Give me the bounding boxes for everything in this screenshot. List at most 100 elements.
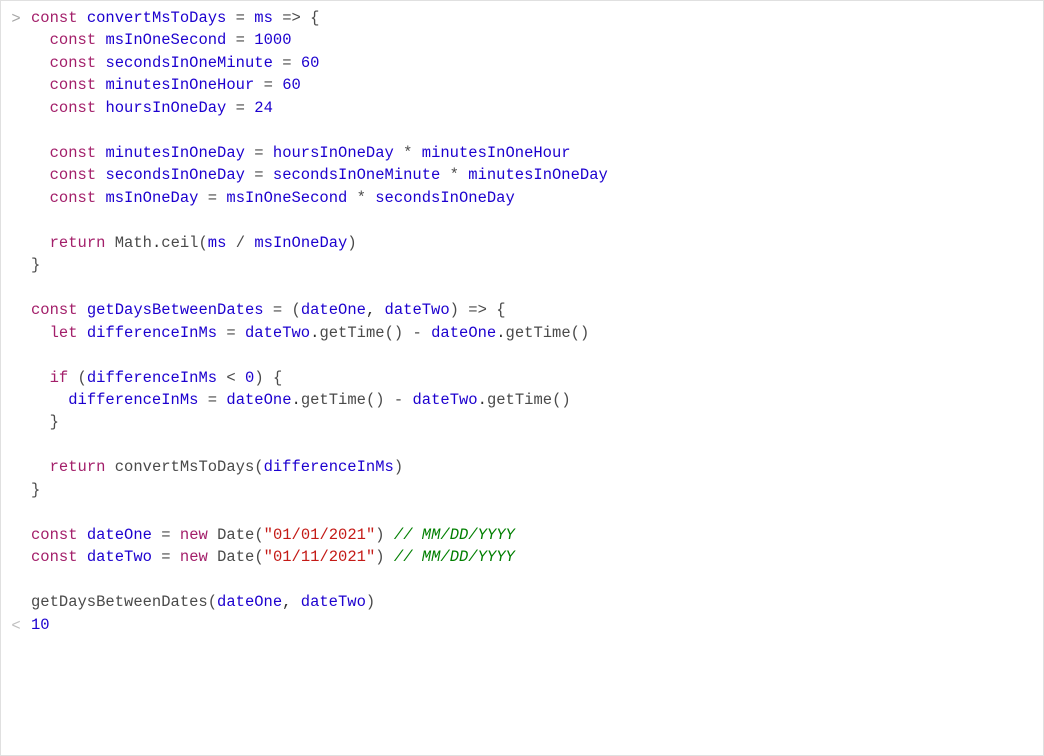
code-token: = (254, 144, 263, 162)
code-token (31, 234, 50, 252)
code-token: 24 (254, 99, 273, 117)
code-token: if (50, 369, 69, 387)
code-token (264, 166, 273, 184)
code-token: msInOneSecond (105, 31, 226, 49)
code-token: const (31, 526, 78, 544)
code-token (78, 526, 87, 544)
code-token: ( (292, 301, 301, 319)
code-token: ms (208, 234, 227, 252)
code-token: ) (450, 301, 459, 319)
code-token (171, 526, 180, 544)
code-token (264, 301, 273, 319)
code-token (31, 144, 50, 162)
code-token (217, 189, 226, 207)
code-token (31, 76, 50, 94)
code-token: = (282, 54, 291, 72)
code-token (422, 324, 431, 342)
code-token (31, 189, 50, 207)
code-token (301, 9, 310, 27)
code-token: return (50, 234, 106, 252)
code-token: 0 (245, 369, 254, 387)
code-token (31, 413, 50, 431)
console-output-row: < 10 (1, 614, 1043, 637)
code-token: () (571, 324, 590, 342)
code-token: "01/01/2021" (264, 526, 376, 544)
code-token: = (236, 9, 245, 27)
console-code-block[interactable]: const convertMsToDays = ms => { const ms… (31, 7, 1043, 614)
code-token: ceil (161, 234, 198, 252)
code-token: ( (78, 369, 87, 387)
code-token: const (31, 9, 78, 27)
code-token (31, 99, 50, 117)
code-token: const (50, 144, 97, 162)
code-token: } (50, 413, 59, 431)
code-token: ( (198, 234, 207, 252)
code-token (236, 324, 245, 342)
code-token (245, 144, 254, 162)
code-token: new (180, 548, 208, 566)
code-token (292, 54, 301, 72)
code-token: const (31, 548, 78, 566)
code-token: { (496, 301, 505, 319)
devtools-console[interactable]: > const convertMsToDays = ms => { const … (1, 1, 1043, 647)
code-token: Date (217, 548, 254, 566)
code-token (152, 526, 161, 544)
code-token: = (161, 526, 170, 544)
code-token: < (226, 369, 235, 387)
code-token (208, 548, 217, 566)
code-token (385, 391, 394, 409)
code-token: getDaysBetweenDates (87, 301, 264, 319)
code-token: hoursInOneDay (105, 99, 226, 117)
console-input-row[interactable]: > const convertMsToDays = ms => { const … (1, 7, 1043, 614)
code-token (366, 189, 375, 207)
code-token: differenceInMs (87, 369, 217, 387)
code-token: = (254, 166, 263, 184)
code-token (459, 166, 468, 184)
code-token (217, 324, 226, 342)
code-token (226, 99, 235, 117)
code-token: / (236, 234, 245, 252)
code-token (31, 54, 50, 72)
code-token: - (412, 324, 421, 342)
code-token: differenceInMs (264, 458, 394, 476)
code-token: . (496, 324, 505, 342)
code-token (208, 526, 217, 544)
code-token: dateTwo (413, 391, 478, 409)
code-token: } (31, 481, 40, 499)
code-token: () (552, 391, 571, 409)
code-token: = (226, 324, 235, 342)
code-token: const (50, 31, 97, 49)
code-token (264, 144, 273, 162)
code-token (31, 324, 50, 342)
code-token: Date (217, 526, 254, 544)
code-token: const (50, 54, 97, 72)
code-token (347, 189, 356, 207)
code-token (152, 548, 161, 566)
code-token (226, 31, 235, 49)
code-token (171, 548, 180, 566)
code-token: msInOneDay (105, 189, 198, 207)
code-token (217, 369, 226, 387)
code-token (273, 54, 282, 72)
code-token (105, 234, 114, 252)
code-token (264, 369, 273, 387)
code-token: ms (254, 9, 273, 27)
code-token (487, 301, 496, 319)
code-token: ) (254, 369, 263, 387)
code-token: const (50, 189, 97, 207)
code-token (31, 369, 50, 387)
console-output-value: 10 (31, 614, 1043, 636)
code-token: - (394, 391, 403, 409)
code-token: getTime (506, 324, 571, 342)
code-token: const (50, 166, 97, 184)
code-token: differenceInMs (68, 391, 198, 409)
code-token: dateOne (431, 324, 496, 342)
code-token: const (31, 301, 78, 319)
code-token: => (468, 301, 487, 319)
code-token: secondsInOneMinute (105, 54, 272, 72)
code-token: dateTwo (301, 593, 366, 611)
code-token (245, 166, 254, 184)
code-token (412, 144, 421, 162)
code-token: msInOneDay (254, 234, 347, 252)
code-token: // MM/DD/YYYY (394, 548, 515, 566)
